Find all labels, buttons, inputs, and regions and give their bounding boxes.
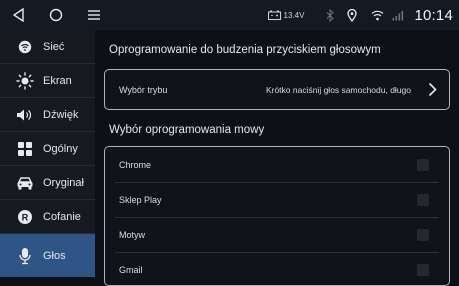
svg-text:R: R	[22, 212, 29, 222]
sidebar-item-reverse[interactable]: R Cofanie	[0, 200, 95, 234]
app-checkbox[interactable]	[417, 193, 429, 206]
app-checkbox[interactable]	[417, 158, 429, 171]
mode-select-row[interactable]: Wybór trybu Krótko naciśnij głos samocho…	[104, 69, 450, 110]
sidebar: Sieć Ekran Dźwięk Ogólny Oryginał R Cofa…	[0, 30, 95, 277]
clock: 10:14	[414, 6, 453, 24]
battery-voltage: 13.4V	[267, 10, 305, 20]
location-icon	[347, 8, 358, 22]
list-item[interactable]: Sklep Play	[105, 182, 449, 217]
mode-label: Wybór trybu	[119, 85, 168, 95]
sidebar-item-label: Głos	[43, 249, 66, 262]
voice-software-title: Wybór oprogramowania mowy	[109, 124, 265, 136]
grid-icon	[14, 139, 36, 159]
app-checkbox[interactable]	[417, 263, 429, 276]
app-checkbox[interactable]	[417, 228, 429, 241]
bluetooth-icon	[326, 8, 335, 22]
car-icon	[14, 173, 36, 193]
menu-button[interactable]	[85, 0, 103, 30]
list-item[interactable]: Gmail	[105, 252, 449, 285]
app-name: Chrome	[119, 159, 152, 170]
voltage-text: 13.4V	[283, 10, 305, 20]
network-icon	[14, 37, 36, 57]
battery-icon	[267, 10, 281, 20]
list-item[interactable]: Chrome	[105, 147, 449, 182]
sidebar-item-sound[interactable]: Dźwięk	[0, 98, 95, 132]
app-name: Gmail	[119, 264, 143, 275]
back-icon	[13, 8, 24, 22]
sidebar-item-label: Cofanie	[43, 210, 81, 223]
home-icon	[49, 8, 63, 22]
chevron-right-icon	[428, 82, 437, 97]
mode-value: Krótko naciśnij głos samochodu, długo	[265, 85, 411, 95]
wake-software-title: Oprogramowanie do budzenia przyciskiem g…	[109, 44, 381, 56]
sidebar-item-label: Sieć	[43, 40, 65, 53]
app-name: Sklep Play	[119, 194, 162, 205]
sidebar-item-original[interactable]: Oryginał	[0, 166, 95, 200]
sidebar-item-label: Oryginał	[43, 176, 84, 189]
sidebar-item-display[interactable]: Ekran	[0, 64, 95, 98]
sidebar-item-label: Ogólny	[43, 142, 78, 155]
list-item[interactable]: Motyw	[105, 217, 449, 252]
app-name: Motyw	[119, 229, 146, 240]
back-button[interactable]	[10, 0, 28, 30]
status-bar: 13.4V 10:14	[0, 0, 459, 30]
main-content: Oprogramowanie do budzenia przyciskiem g…	[95, 30, 459, 286]
signal-icon	[392, 10, 404, 21]
sidebar-item-label: Dźwięk	[43, 108, 79, 121]
home-button[interactable]	[47, 0, 65, 30]
reverse-icon: R	[14, 207, 36, 227]
voice-app-list: Chrome Sklep Play Motyw Gmail	[104, 146, 450, 286]
speaker-icon	[14, 105, 36, 125]
sidebar-item-network[interactable]: Sieć	[0, 30, 95, 64]
brightness-icon	[14, 71, 36, 91]
sidebar-item-voice[interactable]: Głos	[0, 234, 95, 277]
sidebar-item-general[interactable]: Ogólny	[0, 132, 95, 166]
sidebar-item-label: Ekran	[43, 74, 72, 87]
microphone-icon	[14, 246, 36, 266]
menu-icon	[88, 10, 100, 20]
wifi-icon	[371, 10, 384, 21]
